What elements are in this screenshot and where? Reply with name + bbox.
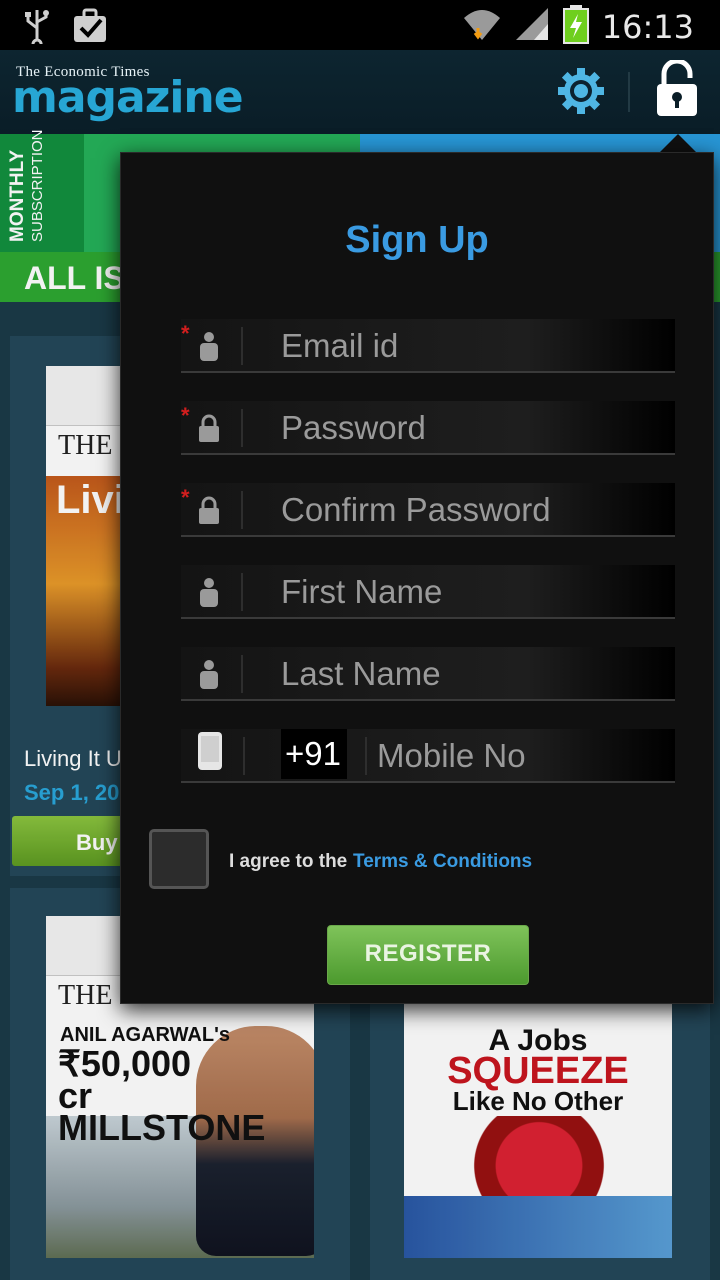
first-name-input[interactable] bbox=[281, 569, 671, 615]
required-marker: * bbox=[181, 485, 190, 510]
person-icon bbox=[195, 577, 223, 607]
signup-title: Sign Up bbox=[345, 219, 489, 261]
header-divider bbox=[628, 72, 630, 112]
person-icon bbox=[195, 659, 223, 689]
app-screen: 16:13 The Economic Times magazine MONTHL… bbox=[0, 0, 720, 1280]
confirm-password-field: * bbox=[181, 483, 675, 537]
password-field: * bbox=[181, 401, 675, 455]
required-marker: * bbox=[181, 321, 190, 346]
status-time: 16:13 bbox=[601, 7, 694, 46]
register-button[interactable]: REGISTER bbox=[327, 925, 529, 985]
battery-icon bbox=[562, 4, 590, 49]
confirm-password-input[interactable] bbox=[281, 487, 671, 533]
lock-icon bbox=[195, 495, 223, 525]
email-input[interactable] bbox=[281, 323, 671, 369]
signal-icon bbox=[514, 6, 550, 47]
last-name-input[interactable] bbox=[281, 651, 671, 697]
status-bar: 16:13 bbox=[0, 0, 720, 50]
mobile-input[interactable] bbox=[377, 733, 667, 779]
terms-link[interactable]: Terms & Conditions bbox=[353, 851, 532, 873]
gear-icon[interactable] bbox=[556, 66, 606, 116]
app-header: The Economic Times magazine bbox=[0, 50, 720, 134]
wifi-icon bbox=[462, 6, 502, 47]
password-input[interactable] bbox=[281, 405, 671, 451]
first-name-field bbox=[181, 565, 675, 619]
lock-icon bbox=[195, 413, 223, 443]
person-icon bbox=[195, 331, 223, 361]
mobile-field: +91 bbox=[181, 729, 675, 783]
phone-icon bbox=[197, 731, 225, 770]
signup-popup: Sign Up * * * bbox=[120, 152, 714, 1004]
checkbox-icon bbox=[72, 8, 110, 49]
logo-magazine: magazine bbox=[12, 72, 244, 123]
lock-icon[interactable] bbox=[652, 58, 702, 120]
required-marker: * bbox=[181, 403, 190, 428]
email-field: * bbox=[181, 319, 675, 373]
country-code[interactable]: +91 bbox=[281, 729, 347, 779]
agree-text: I agree to the bbox=[229, 851, 348, 872]
popup-pointer bbox=[658, 134, 698, 154]
usb-icon bbox=[22, 8, 52, 50]
terms-checkbox[interactable] bbox=[149, 829, 209, 889]
last-name-field bbox=[181, 647, 675, 701]
